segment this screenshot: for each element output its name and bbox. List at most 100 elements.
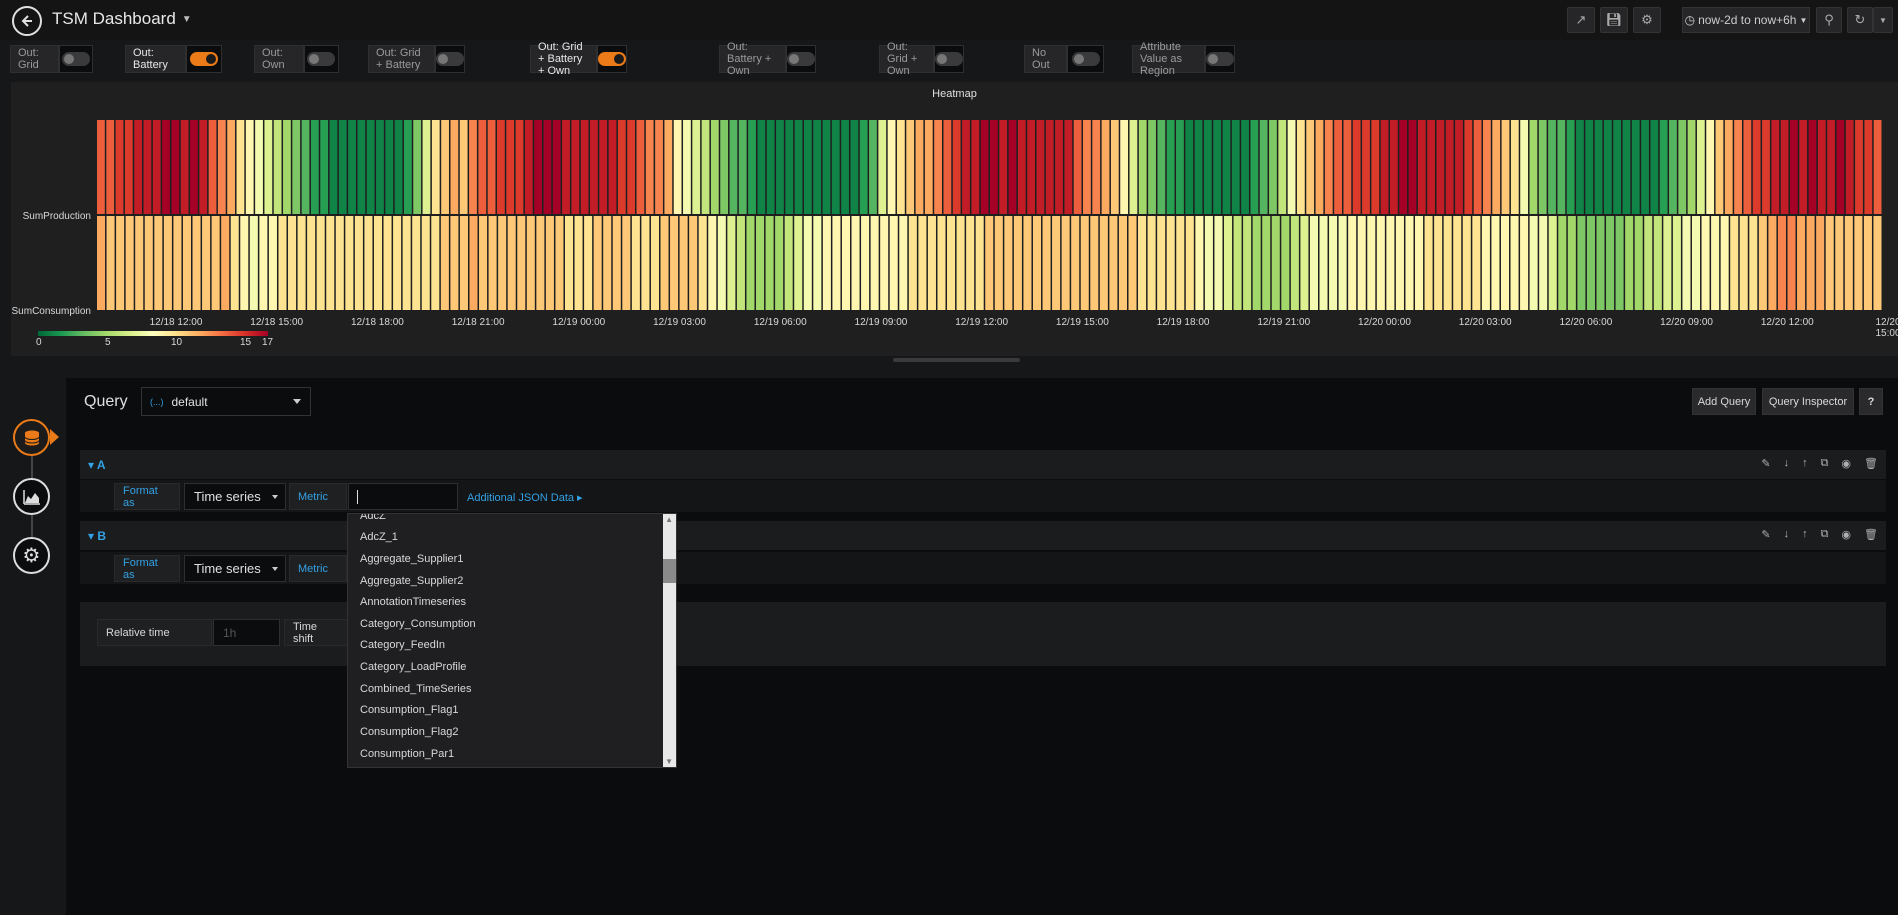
heatmap-cell[interactable] (608, 120, 617, 214)
heatmap-cell[interactable] (841, 216, 851, 310)
heatmap-cell[interactable] (478, 120, 487, 214)
heatmap-cell[interactable] (1749, 216, 1758, 310)
heatmap-cell[interactable] (1743, 120, 1752, 214)
heatmap-cell[interactable] (943, 120, 952, 214)
heatmap-cell[interactable] (985, 216, 994, 310)
heatmap-cell[interactable] (701, 120, 710, 214)
heatmap-cell[interactable] (221, 216, 230, 310)
heatmap-cell[interactable] (348, 120, 356, 214)
heatmap-cell[interactable] (717, 216, 726, 310)
heatmap-cell[interactable] (1566, 120, 1575, 214)
heatmap-cell[interactable] (1799, 120, 1808, 214)
heatmap-cell[interactable] (227, 120, 236, 214)
heatmap-cell[interactable] (307, 216, 316, 310)
heatmap-cell[interactable] (403, 120, 412, 214)
heatmap-cell[interactable] (1634, 216, 1643, 310)
heatmap-cell[interactable] (655, 120, 663, 214)
heatmap-cell[interactable] (880, 216, 889, 310)
heatmap-cell[interactable] (1816, 216, 1825, 310)
heatmap-cell[interactable] (278, 216, 287, 310)
heatmap-cell[interactable] (1231, 120, 1240, 214)
heatmap-cell[interactable] (1008, 120, 1017, 214)
heatmap-cell[interactable] (1259, 120, 1268, 214)
metric-option[interactable]: Aggregate_Supplier1 (360, 553, 463, 565)
heatmap-cell[interactable] (459, 120, 468, 214)
heatmap-cell[interactable] (208, 120, 217, 214)
heatmap-cell[interactable] (1415, 216, 1424, 310)
heatmap-cell[interactable] (765, 216, 774, 310)
heatmap-cell[interactable] (1357, 216, 1366, 310)
heatmap-cell[interactable] (1577, 216, 1586, 310)
heatmap-cell[interactable] (1844, 216, 1853, 310)
heatmap-cell[interactable] (245, 120, 254, 214)
heatmap-cell[interactable] (1445, 120, 1454, 214)
heatmap-cell[interactable] (1864, 120, 1873, 214)
heatmap-cell[interactable] (822, 120, 831, 214)
heatmap-cell[interactable] (190, 120, 198, 214)
heatmap-cell[interactable] (202, 216, 211, 310)
back-button[interactable] (12, 6, 42, 36)
heatmap-cell[interactable] (736, 216, 745, 310)
heatmap-cell[interactable] (1315, 120, 1324, 214)
heatmap-cell[interactable] (1071, 216, 1080, 310)
heatmap-cell[interactable] (1557, 120, 1566, 214)
heatmap-cell[interactable] (975, 216, 984, 310)
heatmap-cell[interactable] (1659, 120, 1668, 214)
heatmap-cell[interactable] (552, 120, 561, 214)
help-button[interactable]: ? (1859, 388, 1883, 415)
heatmap-cell[interactable] (1510, 120, 1519, 214)
heatmap-cell[interactable] (562, 120, 570, 214)
heatmap-cell[interactable] (1073, 120, 1082, 214)
heatmap-cell[interactable] (1797, 216, 1806, 310)
heatmap-cell[interactable] (803, 216, 812, 310)
metric-option[interactable]: Category_FeedIn (360, 639, 445, 651)
heatmap-cell[interactable] (1281, 216, 1290, 310)
heatmap-cell[interactable] (1641, 120, 1649, 214)
heatmap-cell[interactable] (1129, 120, 1138, 214)
toggle-switch[interactable] (307, 52, 336, 66)
heatmap-cell[interactable] (1715, 120, 1724, 214)
heatmap-cell[interactable] (1711, 216, 1720, 310)
heatmap-cell[interactable] (1290, 216, 1299, 310)
heatmap-cell[interactable] (1787, 216, 1796, 310)
heatmap-cell[interactable] (1213, 120, 1222, 214)
heatmap-cell[interactable] (440, 216, 449, 310)
heatmap-cell[interactable] (1548, 120, 1556, 214)
heatmap-cell[interactable] (1780, 120, 1789, 214)
heatmap-cell[interactable] (1157, 120, 1166, 214)
heatmap-cell[interactable] (1622, 120, 1631, 214)
heatmap-cell[interactable] (574, 216, 583, 310)
heatmap-cell[interactable] (1739, 216, 1748, 310)
metric-option[interactable]: Category_LoadProfile (360, 661, 466, 673)
heatmap-cell[interactable] (288, 216, 297, 310)
heatmap-cell[interactable] (1408, 120, 1417, 214)
heatmap-cell[interactable] (1817, 120, 1826, 214)
heatmap-cell[interactable] (1500, 216, 1510, 310)
heatmap-cell[interactable] (776, 120, 784, 214)
heatmap-cell[interactable] (1473, 120, 1482, 214)
heatmap-cell[interactable] (831, 120, 840, 214)
heatmap-cell[interactable] (775, 216, 784, 310)
heatmap-cell[interactable] (1678, 120, 1687, 214)
heatmap-cell[interactable] (1558, 216, 1567, 310)
heatmap-cell[interactable] (1101, 120, 1110, 214)
pencil-icon[interactable]: ✎ (1761, 457, 1770, 470)
heatmap-cell[interactable] (1529, 120, 1538, 214)
heatmap-cell[interactable] (1080, 216, 1089, 310)
heatmap-cell[interactable] (545, 216, 554, 310)
heatmap-cell[interactable] (143, 120, 152, 214)
heatmap-cell[interactable] (1061, 216, 1070, 310)
heatmap-cell[interactable] (431, 120, 440, 214)
heatmap-cell[interactable] (861, 216, 870, 310)
heatmap-cell[interactable] (385, 120, 394, 214)
heatmap-cell[interactable] (727, 216, 736, 310)
heatmap-cell[interactable] (1455, 120, 1463, 214)
heatmap-cell[interactable] (1603, 120, 1612, 214)
dropdown-scroll-thumb[interactable] (663, 559, 676, 583)
heatmap-cell[interactable] (1083, 120, 1091, 214)
heatmap-cell[interactable] (326, 216, 335, 310)
heatmap-cell[interactable] (1789, 120, 1798, 214)
metric-option[interactable]: AdcZ_1 (360, 531, 398, 543)
heatmap-cell[interactable] (1777, 216, 1786, 310)
heatmap-cell[interactable] (1023, 216, 1032, 310)
